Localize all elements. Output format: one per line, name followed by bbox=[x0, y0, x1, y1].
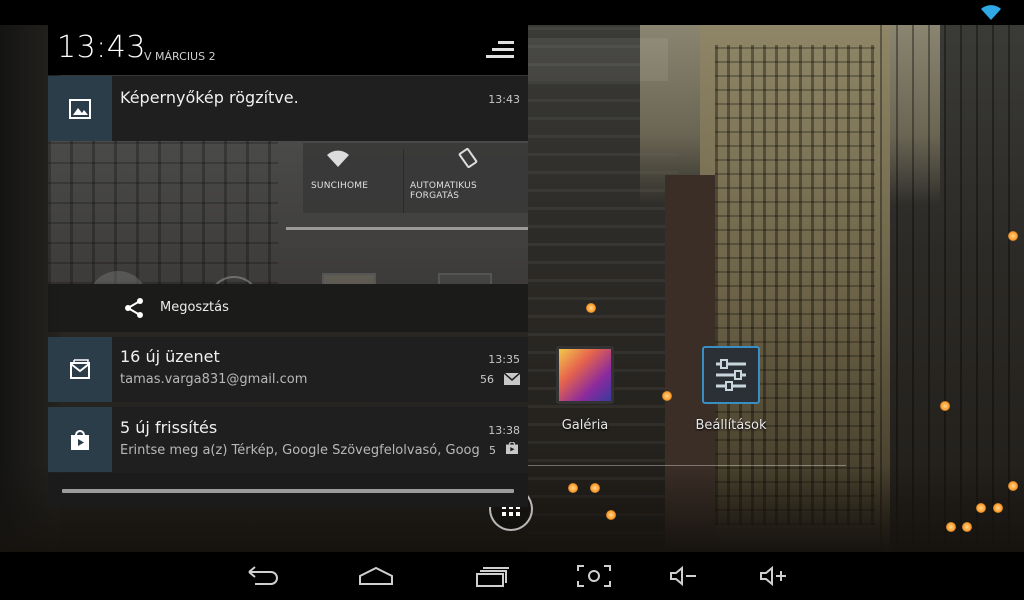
notification-title: 16 új üzenet bbox=[120, 347, 220, 366]
share-action[interactable]: Megosztás bbox=[48, 284, 528, 332]
notification-subtitle: tamas.varga831@gmail.com bbox=[120, 372, 308, 387]
notification-icon-box bbox=[48, 76, 112, 141]
shade-footer bbox=[48, 473, 528, 507]
notification-shade: 13:43 V MÁRCIUS 2 Képernyőkép rögzítve. … bbox=[48, 25, 528, 507]
bag-small-icon bbox=[506, 442, 518, 454]
screenshot-icon[interactable] bbox=[576, 564, 612, 588]
notification-gmail[interactable]: 16 új üzenet tamas.varga831@gmail.com 13… bbox=[48, 337, 528, 402]
notification-time: 13:43 bbox=[488, 93, 520, 106]
notification-time: 13:35 bbox=[488, 353, 520, 366]
gmail-icon bbox=[70, 358, 90, 379]
play-store-icon bbox=[71, 429, 89, 450]
gallery-app[interactable]: Galéria bbox=[535, 346, 635, 433]
share-icon bbox=[125, 298, 143, 318]
shade-header: 13:43 V MÁRCIUS 2 bbox=[48, 25, 528, 75]
nav-bar bbox=[0, 552, 1024, 600]
screenshot-preview[interactable]: SUNCIHOME AUTOMATIKUS FORGATÁS bbox=[48, 141, 528, 284]
notification-title: 5 új frissítés bbox=[120, 418, 218, 437]
notification-count: 5 bbox=[489, 444, 496, 457]
share-label: Megosztás bbox=[160, 300, 229, 315]
auto-rotate-icon bbox=[458, 147, 478, 169]
notification-subtitle: Érintse meg a(z) Térkép, Google Szövegfe… bbox=[120, 443, 480, 458]
date: V MÁRCIUS 2 bbox=[144, 50, 216, 63]
home-icon[interactable] bbox=[358, 564, 394, 588]
clock: 13:43 bbox=[57, 30, 146, 65]
gallery-icon bbox=[556, 346, 614, 404]
app-label: Galéria bbox=[561, 418, 609, 433]
preview-tile-label: SUNCIHOME bbox=[311, 181, 369, 191]
settings-icon bbox=[702, 346, 760, 404]
notification-title: Képernyőkép rögzítve. bbox=[120, 88, 299, 107]
dock-divider bbox=[528, 465, 846, 466]
shade-drag-handle[interactable] bbox=[62, 489, 514, 493]
preview-slider bbox=[286, 227, 528, 230]
preview-tile-label: AUTOMATIKUS FORGATÁS bbox=[410, 181, 477, 201]
recent-apps-icon[interactable] bbox=[474, 564, 510, 588]
volume-down-icon[interactable] bbox=[668, 564, 704, 588]
image-icon bbox=[69, 98, 91, 119]
notification-icon-box bbox=[48, 407, 112, 472]
status-bar bbox=[0, 0, 1024, 25]
notification-play-store[interactable]: 5 új frissítés Érintse meg a(z) Térkép, … bbox=[48, 407, 528, 472]
app-label: Beállítások bbox=[695, 418, 767, 433]
search-bar[interactable] bbox=[528, 38, 668, 81]
back-icon[interactable] bbox=[245, 564, 281, 588]
notification-count: 56 bbox=[480, 373, 494, 386]
wifi-icon bbox=[327, 150, 349, 167]
quick-settings-icon[interactable] bbox=[484, 38, 518, 64]
wifi-icon bbox=[981, 5, 1001, 20]
settings-app[interactable]: Beállítások bbox=[681, 346, 781, 433]
volume-up-icon[interactable] bbox=[758, 564, 794, 588]
notification-time: 13:38 bbox=[488, 424, 520, 437]
notification-icon-box bbox=[48, 337, 112, 402]
notification-screenshot[interactable]: Képernyőkép rögzítve. 13:43 bbox=[48, 76, 528, 141]
mail-small-icon bbox=[504, 373, 520, 385]
